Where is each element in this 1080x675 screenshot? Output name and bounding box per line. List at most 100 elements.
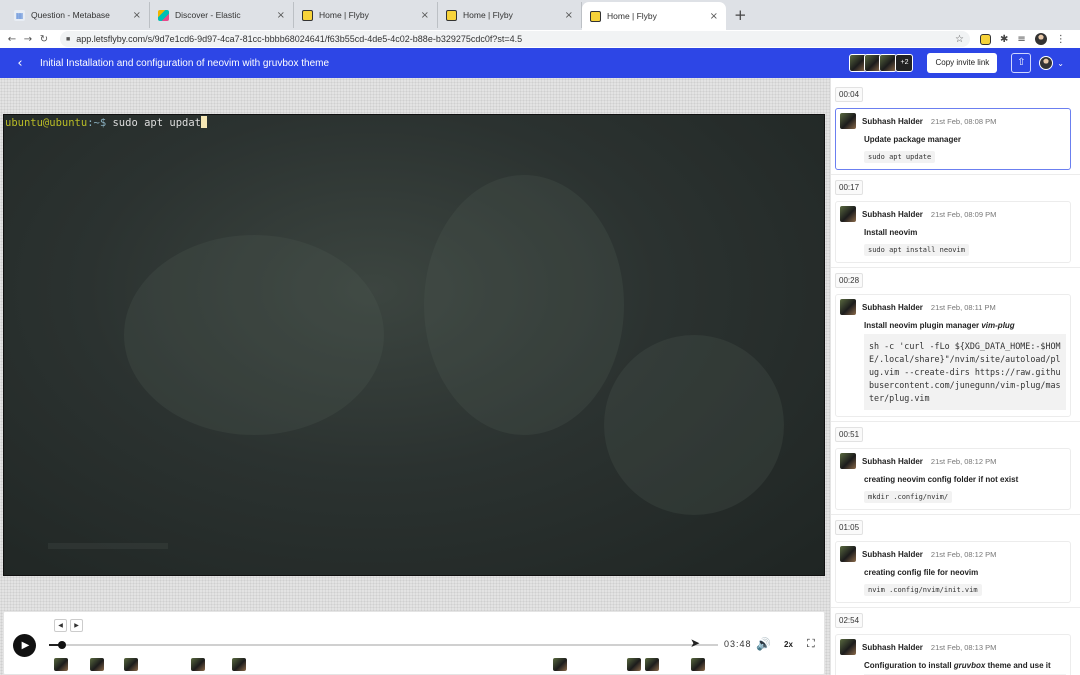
step-forward-button[interactable]: ▶ [70,619,83,632]
comment-author: Subhash Halder [862,549,923,559]
copy-invite-link-button[interactable]: Copy invite link [927,53,998,73]
browser-tab-active[interactable]: Home | Flyby × [582,2,726,30]
comment-code-block: sh -c 'curl -fLo ${XDG_DATA_HOME:-$HOME/… [864,334,1066,410]
browser-tab[interactable]: Home | Flyby × [438,2,582,28]
reload-icon[interactable]: ↻ [36,34,52,45]
terminal-prompt-line: ubuntu@ubuntu:~$ sudo apt updat [5,116,207,129]
comment-section: 00:51 Subhash Halder 21st Feb, 08:12 PM c… [831,421,1080,510]
comment-timestamp[interactable]: 02:54 [835,613,864,628]
progress-knob[interactable] [58,641,67,649]
chevron-down-icon[interactable]: ⌄ [1057,59,1064,68]
playback-time: 03:48 [724,639,752,649]
puzzle-icon[interactable]: ✱ [1000,34,1008,45]
elastic-icon [158,9,169,21]
comment-timestamp[interactable]: 00:28 [835,273,864,288]
profile-avatar[interactable] [1034,33,1047,45]
comment-marker[interactable] [54,658,68,671]
author-avatar [840,113,856,129]
comment-text-part: Configuration to install [864,661,954,670]
tab-title: Home | Flyby [463,10,513,20]
background-shape [124,235,384,435]
url-field[interactable]: ■ app.letsflyby.com/s/9d7e1cd6-9d97-4ca7… [60,31,970,47]
comment-text: Install neovim [864,228,918,237]
comment-marker[interactable] [553,658,567,671]
background-shape [424,175,624,435]
comment-text: Configuration to install gruvbox theme a… [864,661,1066,670]
user-avatar[interactable] [1039,56,1054,70]
comment-section: 00:28 Subhash Halder 21st Feb, 08:11 PM I… [831,267,1080,417]
flyby-extension-icon[interactable] [980,33,991,45]
tab-title: Home | Flyby [607,11,657,21]
close-tab-icon[interactable]: × [421,10,429,21]
comment-code: sudo apt update [864,151,936,163]
comment-marker[interactable] [645,658,659,671]
background-shape [604,335,784,515]
close-tab-icon[interactable]: × [710,11,718,22]
url-text: app.letsflyby.com/s/9d7e1cd6-9d97-4ca7-8… [76,34,523,44]
flyby-icon [446,9,457,21]
comment-card[interactable]: Subhash Halder 21st Feb, 08:12 PM creatin… [835,541,1071,603]
back-chevron-icon[interactable]: ‹ [0,56,40,71]
comment-marker[interactable] [90,658,104,671]
comment-card[interactable]: Subhash Halder 21st Feb, 08:09 PM Install… [835,201,1071,263]
comment-text-emphasis: gruvbox [953,661,986,670]
comment-marker[interactable] [627,658,641,671]
flyby-icon [590,10,601,22]
more-menu-icon[interactable]: ⋮ [1056,34,1066,45]
terminal-command: sudo apt updat [106,117,201,129]
comment-timestamp[interactable]: 01:05 [835,520,864,535]
participants[interactable]: +2 [849,54,914,72]
player-controls: ◀ ▶ ▶ 03:48 🔊 2x ⛶ [3,611,825,675]
lock-icon: ■ [66,35,71,43]
close-tab-icon[interactable]: × [277,10,285,21]
comment-card[interactable]: Subhash Halder 21st Feb, 08:08 PM Update … [835,108,1071,170]
terminal-path: :~$ [87,117,107,129]
comment-marker[interactable] [124,658,138,671]
comment-date: 21st Feb, 08:13 PM [930,642,997,652]
metabase-icon: ▦ [14,9,25,21]
comment-section: 01:05 Subhash Halder 21st Feb, 08:12 PM c… [831,514,1080,603]
terminal-user-host: ubuntu@ubuntu [5,117,88,129]
volume-icon[interactable]: 🔊 [756,637,771,651]
comment-author: Subhash Halder [862,642,923,652]
play-button[interactable]: ▶ [13,634,36,657]
comment-text: Install neovim plugin manager vim-plug [864,321,1066,330]
comment-marker[interactable] [232,658,246,671]
browser-tab[interactable]: ▦ Question - Metabase × [6,2,150,28]
close-tab-icon[interactable]: × [565,10,573,21]
comment-timestamp[interactable]: 00:51 [835,427,864,442]
comment-section: 00:17 Subhash Halder 21st Feb, 08:09 PM I… [831,174,1080,263]
address-bar-row: ← → ↻ ■ app.letsflyby.com/s/9d7e1cd6-9d9… [0,30,1080,48]
share-upload-icon[interactable]: ⇧ [1011,53,1032,73]
media-queue-icon[interactable]: ≡ [1017,34,1025,45]
comment-card[interactable]: Subhash Halder 21st Feb, 08:13 PM Configu… [835,634,1071,675]
comment-text-part: Install neovim plugin manager [864,321,982,330]
comment-text: Update package manager [864,135,961,144]
new-tab-icon[interactable]: + [726,6,755,30]
comment-marker[interactable] [691,658,705,671]
bookmark-star-icon[interactable]: ☆ [955,34,964,45]
browser-tab[interactable]: Discover - Elastic × [150,2,294,28]
comment-code: sudo apt install neovim [864,244,969,256]
comment-text: creating config file for neovim [864,568,979,577]
terminal-recording[interactable]: ubuntu@ubuntu:~$ sudo apt updat [3,114,825,576]
browser-tab[interactable]: Home | Flyby × [294,2,438,28]
progress-track[interactable] [49,641,718,649]
comment-timestamp[interactable]: 00:04 [835,87,864,102]
playback-speed[interactable]: 2x [784,640,793,649]
comment-marker[interactable] [191,658,205,671]
close-tab-icon[interactable]: × [133,10,141,21]
forward-arrow-icon[interactable]: → [20,34,36,45]
step-back-button[interactable]: ◀ [54,619,67,632]
comment-timestamp[interactable]: 00:17 [835,180,864,195]
comment-card[interactable]: Subhash Halder 21st Feb, 08:11 PM Install… [835,294,1071,417]
comments-sidebar: 00:04 Subhash Halder 21st Feb, 08:08 PM U… [830,78,1080,675]
author-avatar [840,639,856,655]
back-arrow-icon[interactable]: ← [4,34,20,45]
comment-card[interactable]: Subhash Halder 21st Feb, 08:12 PM creatin… [835,448,1071,510]
mouse-pointer-icon: ➤ [690,636,701,650]
fullscreen-icon[interactable]: ⛶ [807,637,815,651]
tab-title: Question - Metabase [31,10,110,20]
comment-author: Subhash Halder [862,302,923,312]
author-avatar [840,299,856,315]
